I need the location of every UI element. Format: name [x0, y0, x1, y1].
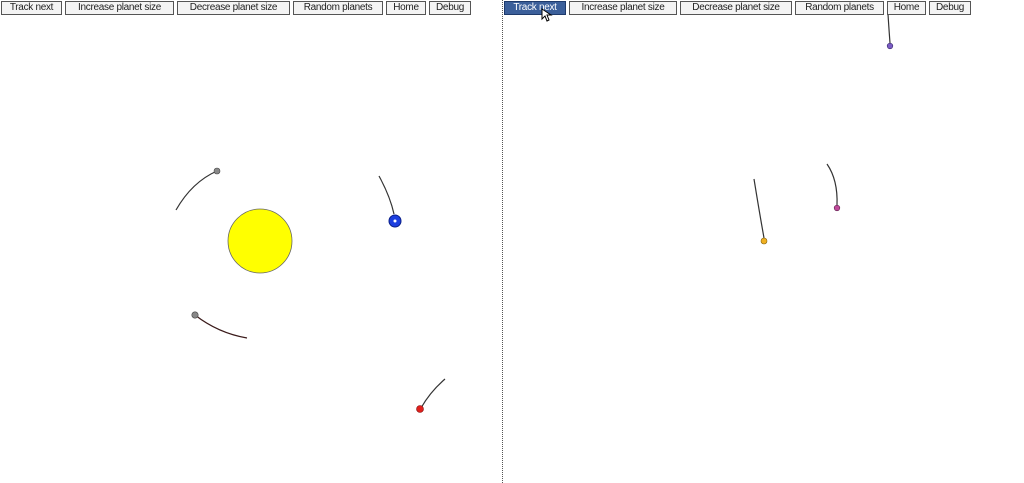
- left-increase-planet-size-button[interactable]: Increase planet size: [65, 1, 174, 15]
- orange-planet: [760, 237, 768, 245]
- left-space-canvas[interactable]: [0, 0, 502, 483]
- right-decrease-planet-size-button[interactable]: Decrease planet size: [680, 1, 792, 15]
- right-view-panel: Track next Increase planet size Decrease…: [503, 0, 1024, 483]
- right-track-next-button[interactable]: Track next: [504, 1, 566, 15]
- sun: [227, 208, 293, 274]
- app-stage: Track next Increase planet size Decrease…: [0, 0, 1024, 483]
- gray-planet-trail: [175, 170, 218, 211]
- pink-planet-trail: [826, 163, 838, 206]
- left-toolbar: Track next Increase planet size Decrease…: [1, 1, 471, 15]
- left-random-planets-button[interactable]: Random planets: [293, 1, 383, 15]
- purple-planet: [886, 42, 894, 50]
- purple-planet-trail: [887, 13, 891, 44]
- right-random-planets-button[interactable]: Random planets: [795, 1, 884, 15]
- left-home-button[interactable]: Home: [386, 1, 426, 15]
- right-toolbar: Track next Increase planet size Decrease…: [504, 1, 971, 15]
- left-view-panel: Track next Increase planet size Decrease…: [0, 0, 502, 483]
- orange-planet-trail: [753, 178, 765, 239]
- blue-planet-center: [393, 219, 397, 223]
- mouse-cursor-icon: [541, 8, 553, 22]
- pink-planet: [833, 204, 841, 212]
- right-space-canvas[interactable]: [503, 0, 1024, 483]
- gray-planet-2: [191, 311, 199, 319]
- left-decrease-planet-size-button[interactable]: Decrease planet size: [177, 1, 290, 15]
- red-planet-trail: [420, 378, 446, 409]
- right-debug-button[interactable]: Debug: [929, 1, 971, 15]
- left-track-next-button[interactable]: Track next: [1, 1, 62, 15]
- right-increase-planet-size-button[interactable]: Increase planet size: [569, 1, 677, 15]
- left-debug-button[interactable]: Debug: [429, 1, 471, 15]
- gray-planet: [213, 167, 221, 175]
- red-planet: [416, 405, 424, 413]
- blue-planet-trail: [378, 175, 395, 215]
- gray-planet-2-trail: [194, 314, 248, 339]
- right-home-button[interactable]: Home: [887, 1, 926, 15]
